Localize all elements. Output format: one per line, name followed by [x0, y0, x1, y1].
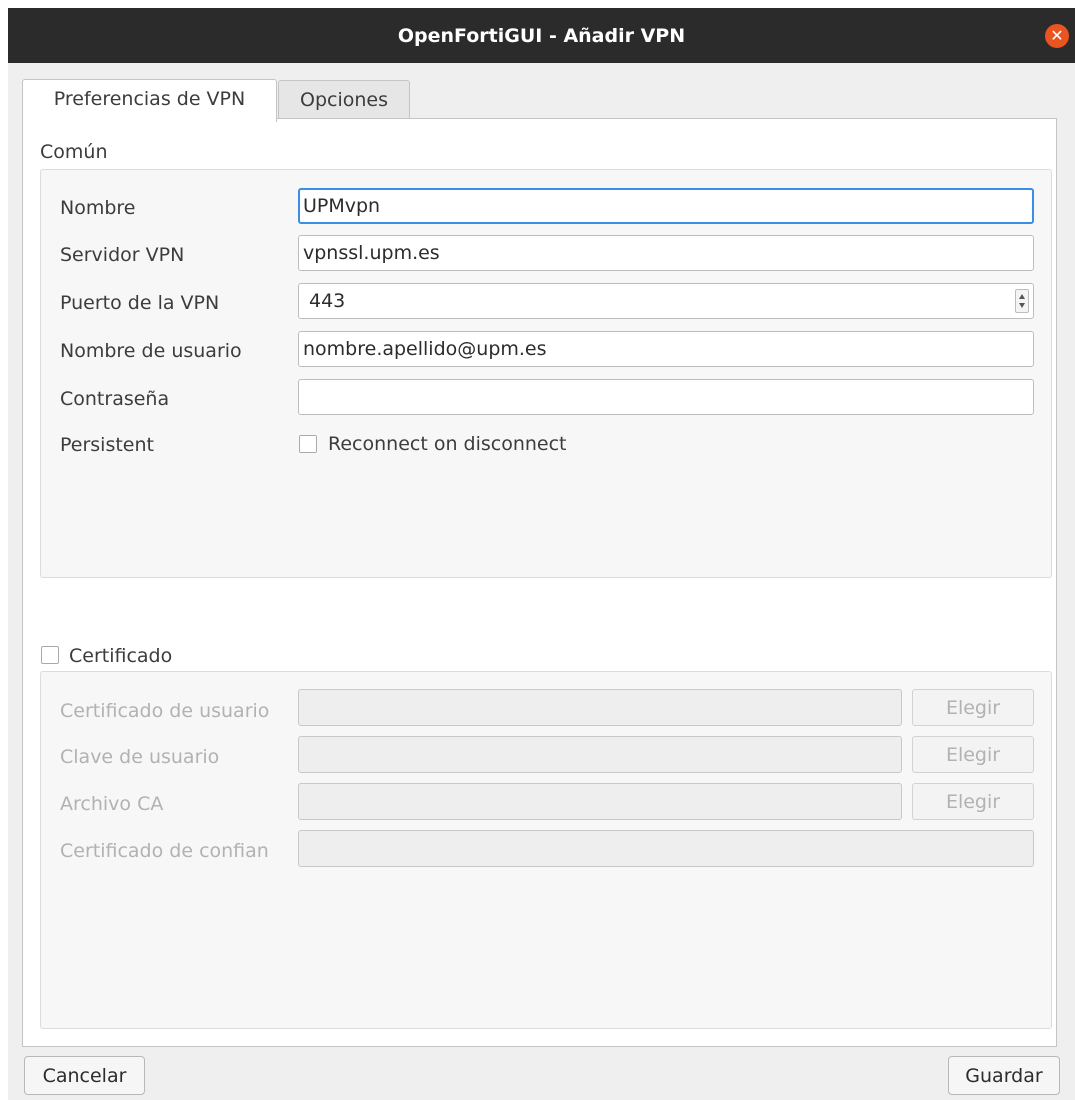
port-spinbox[interactable]: 443 [298, 283, 1034, 319]
server-input[interactable]: vpnssl.upm.es [298, 235, 1034, 271]
spin-down-icon[interactable] [1019, 303, 1025, 308]
certificate-checkbox-label[interactable]: Certificado [69, 645, 172, 667]
reconnect-checkbox[interactable] [299, 435, 317, 453]
trusted-cert-input[interactable] [298, 830, 1034, 867]
spin-up-icon[interactable] [1019, 294, 1025, 299]
common-groupbox: Nombre UPMvpn Servidor VPN vpnssl.upm.es… [40, 169, 1052, 578]
ca-file-label: Archivo CA [60, 793, 164, 815]
port-value: 443 [309, 290, 346, 312]
save-button[interactable]: Guardar [948, 1056, 1060, 1095]
certificate-checkbox[interactable] [41, 646, 59, 664]
tab-preferencias-vpn[interactable]: Preferencias de VPN [22, 79, 277, 122]
reconnect-checkbox-label[interactable]: Reconnect on disconnect [328, 433, 567, 455]
ca-file-choose-button[interactable]: Elegir [912, 783, 1034, 820]
certificate-groupbox: Certificado de usuario Elegir Clave de u… [40, 671, 1052, 1029]
username-label: Nombre de usuario [60, 340, 242, 362]
tab-panel-preferencias: Común Nombre UPMvpn Servidor VPN vpnssl.… [22, 118, 1057, 1047]
user-key-input[interactable] [298, 736, 902, 773]
persistent-label: Persistent [60, 434, 154, 456]
user-cert-label: Certificado de usuario [60, 700, 270, 722]
username-input[interactable]: nombre.apellido@upm.es [298, 331, 1034, 367]
port-label: Puerto de la VPN [60, 292, 220, 314]
dialog-body: Preferencias de VPN Opciones Común Nombr… [8, 63, 1075, 1100]
close-icon[interactable]: ✕ [1045, 24, 1069, 48]
window-title: OpenFortiGUI - Añadir VPN [397, 25, 686, 47]
cancel-button[interactable]: Cancelar [24, 1056, 145, 1095]
user-cert-input[interactable] [298, 689, 902, 726]
name-input[interactable]: UPMvpn [298, 188, 1034, 224]
tab-opciones[interactable]: Opciones [278, 80, 410, 120]
user-cert-choose-button[interactable]: Elegir [912, 689, 1034, 726]
title-bar: OpenFortiGUI - Añadir VPN ✕ [8, 8, 1075, 63]
common-section-label: Común [40, 141, 108, 163]
name-label: Nombre [60, 197, 136, 219]
password-label: Contraseña [60, 388, 170, 410]
user-key-choose-button[interactable]: Elegir [912, 736, 1034, 773]
trusted-cert-label: Certificado de confian [60, 840, 269, 862]
password-input[interactable] [298, 379, 1034, 415]
user-key-label: Clave de usuario [60, 746, 220, 768]
ca-file-input[interactable] [298, 783, 902, 820]
spin-arrows-icon[interactable] [1015, 289, 1029, 313]
server-label: Servidor VPN [60, 244, 185, 266]
